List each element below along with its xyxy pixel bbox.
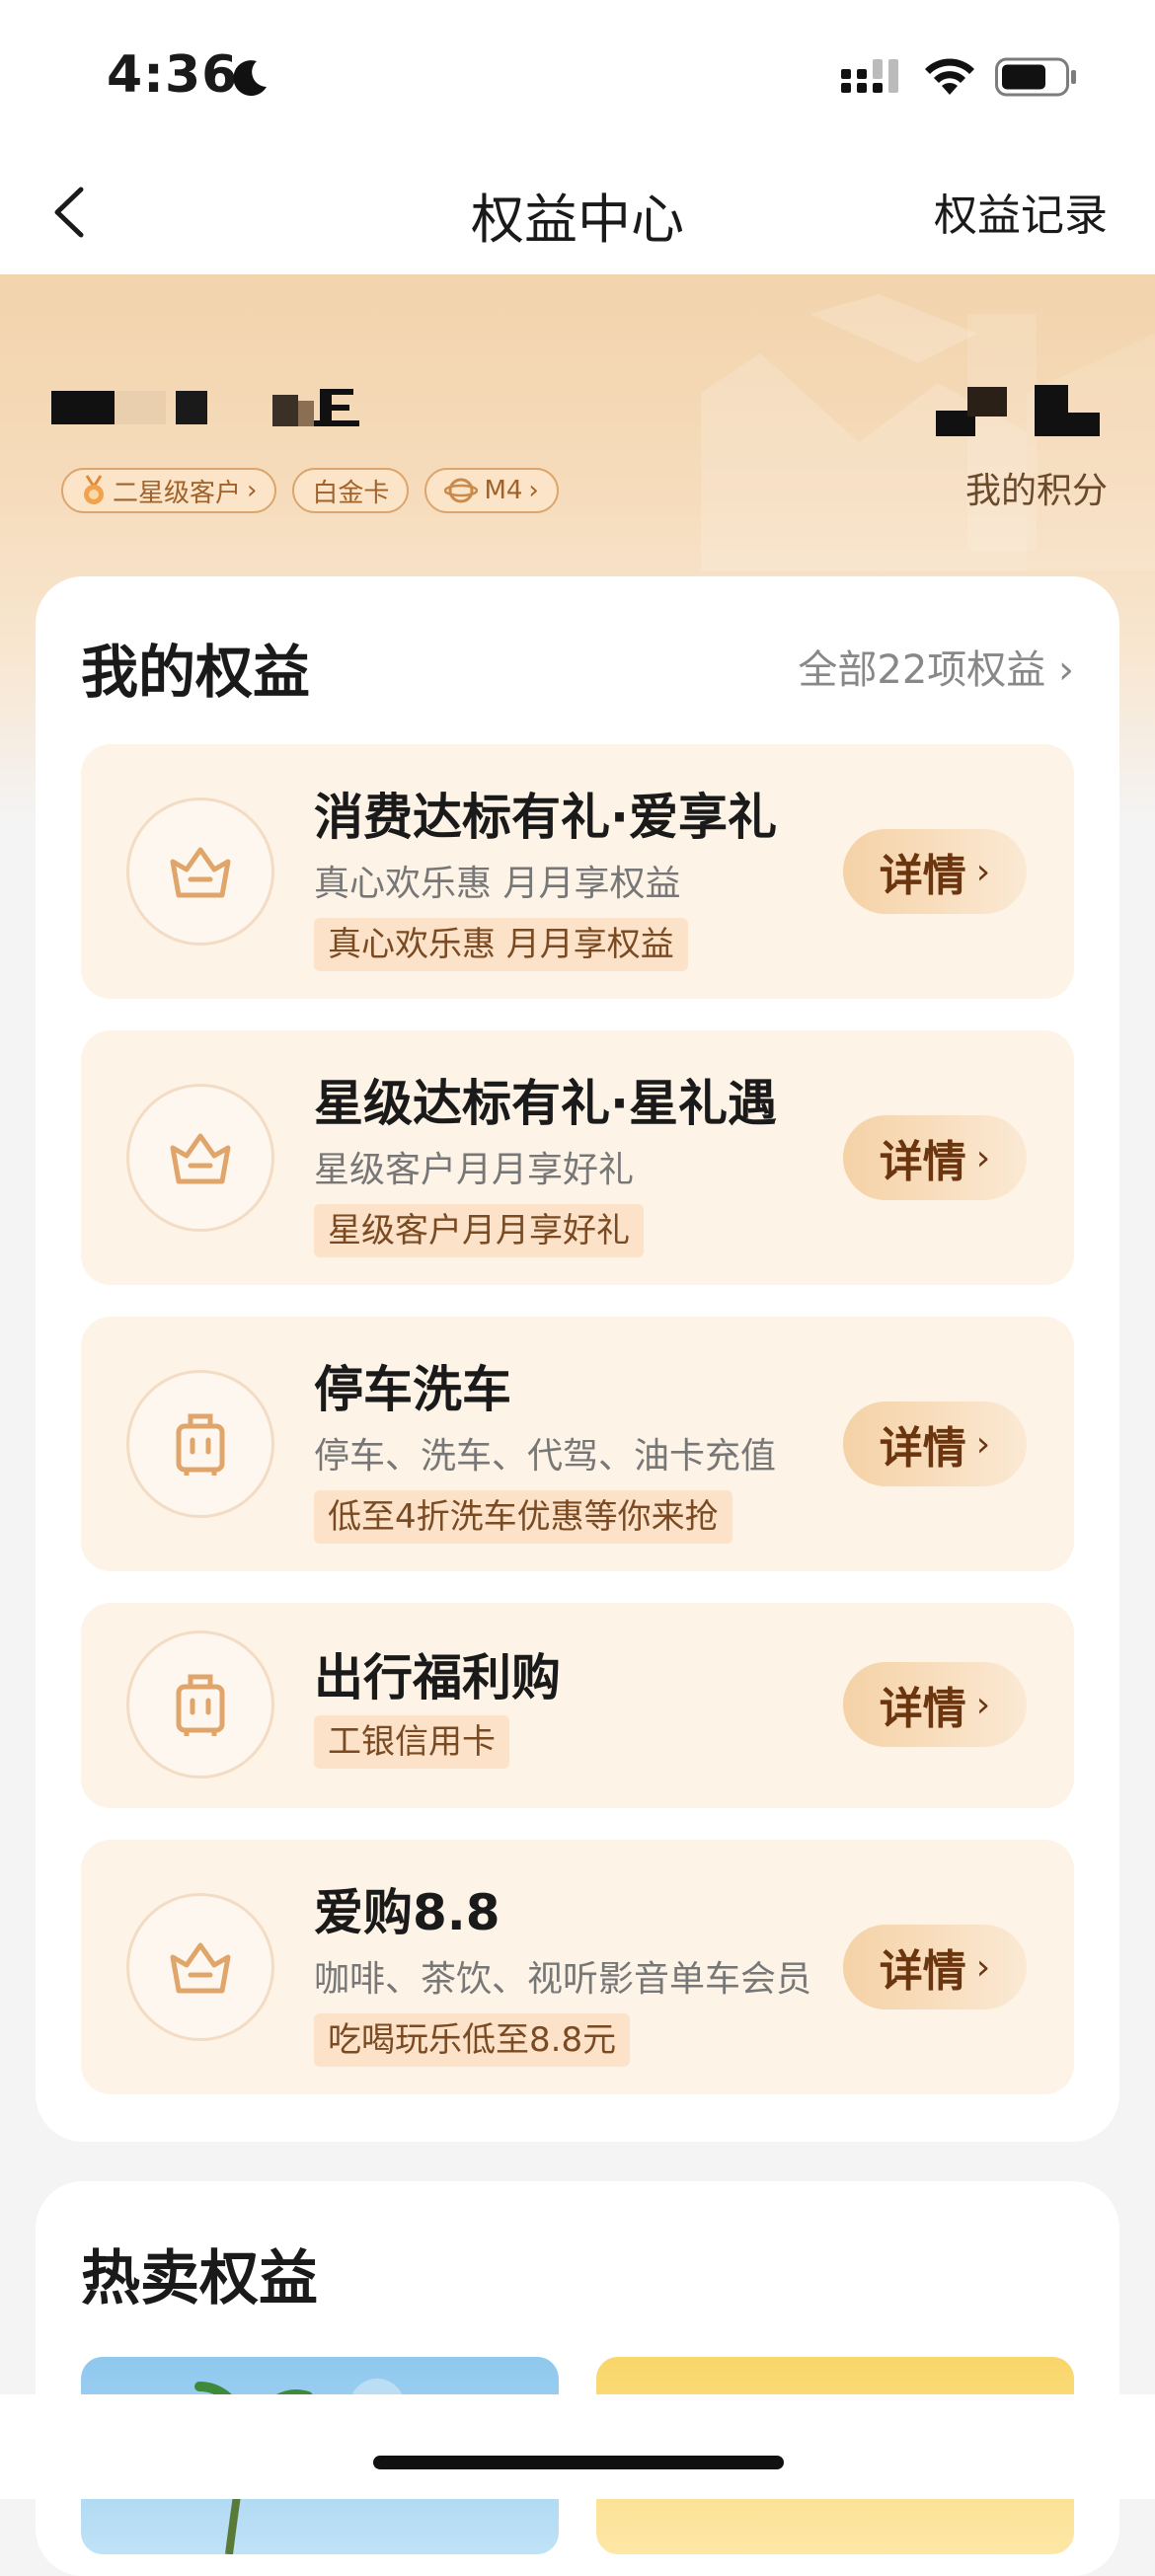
- battery-icon: [995, 57, 1076, 97]
- item-title: 出行福利购: [314, 1649, 561, 1706]
- star-level-label: 二星级客户: [113, 478, 242, 508]
- my-rights-card: 我的权益 全部22项权益 › 消费达标有礼·爱享礼 真心欢乐惠 月月享权益 真心…: [36, 576, 1119, 2142]
- member-badges: 二星级客户 › 白金卡 M4 ›: [61, 468, 559, 513]
- rights-item-star-gift[interactable]: 星级达标有礼·星礼遇 星级客户月月享好礼 星级客户月月享好礼 详情 ›: [81, 1030, 1074, 1285]
- rights-item-aigou[interactable]: 爱购8.8 咖啡、茶饮、视听影音单车会员 吃喝玩乐低至8.8元 详情 ›: [81, 1840, 1074, 2094]
- status-time: 4:36: [107, 45, 239, 105]
- detail-button[interactable]: 详情 ›: [843, 829, 1027, 914]
- masked-points: [936, 385, 1100, 436]
- item-title: 爱购8.8: [314, 1884, 500, 1941]
- detail-button[interactable]: 详情 ›: [843, 1115, 1027, 1200]
- detail-label: 详情: [879, 1137, 966, 1187]
- chevron-right-icon: ›: [975, 1137, 991, 1178]
- member-level-label: M4: [484, 476, 523, 505]
- item-subtitle: 停车、洗车、代驾、油卡充值: [314, 1436, 777, 1477]
- luggage-icon: [126, 1630, 274, 1779]
- rights-item-parking-wash[interactable]: 停车洗车 停车、洗车、代驾、油卡充值 低至4折洗车优惠等你来抢 详情 ›: [81, 1317, 1074, 1571]
- hot-rights-card: 热卖权益: [36, 2181, 1119, 2576]
- all-rights-label: 全部22项权益: [798, 647, 1046, 693]
- status-bar: 4:36: [0, 0, 1155, 148]
- chevron-right-icon: ›: [1058, 647, 1074, 693]
- detail-label: 详情: [879, 1423, 966, 1474]
- item-tag: 星级客户月月享好礼: [314, 1204, 644, 1257]
- item-title: 星级达标有礼·星礼遇: [314, 1075, 777, 1132]
- chevron-right-icon: ›: [247, 476, 258, 505]
- item-tag: 真心欢乐惠 月月享权益: [314, 918, 688, 971]
- wifi-icon: [925, 58, 974, 95]
- item-tag: 低至4折洗车优惠等你来抢: [314, 1490, 732, 1544]
- nav-bar: 权益中心 权益记录: [0, 148, 1155, 274]
- rights-item-consume-gift[interactable]: 消费达标有礼·爱享礼 真心欢乐惠 月月享权益 真心欢乐惠 月月享权益 详情 ›: [81, 744, 1074, 999]
- signal-icon: [841, 59, 898, 93]
- masked-user-name: [51, 389, 359, 426]
- detail-label: 详情: [879, 1684, 966, 1734]
- chevron-right-icon: ›: [975, 1684, 991, 1725]
- basket-icon: [126, 1084, 274, 1232]
- moon-icon: [233, 60, 267, 97]
- chevron-right-icon: ›: [975, 851, 991, 892]
- item-title: 消费达标有礼·爱享礼: [314, 789, 777, 846]
- member-level-badge[interactable]: M4 ›: [424, 468, 559, 513]
- item-tag: 吃喝玩乐低至8.8元: [314, 2013, 631, 2067]
- home-indicator[interactable]: [373, 2456, 784, 2469]
- rights-record-link[interactable]: 权益记录: [934, 180, 1108, 243]
- item-subtitle: 星级客户月月享好礼: [314, 1150, 635, 1190]
- luggage-icon: [126, 1370, 274, 1518]
- chevron-right-icon: ›: [975, 1423, 991, 1465]
- my-rights-title: 我的权益: [81, 639, 311, 706]
- planet-icon: [444, 478, 479, 503]
- detail-button[interactable]: 详情 ›: [843, 1402, 1027, 1486]
- medal-icon: [84, 475, 104, 504]
- rights-item-travel-purchase[interactable]: 出行福利购 工银信用卡 详情 ›: [81, 1603, 1074, 1808]
- detail-button[interactable]: 详情 ›: [843, 1925, 1027, 2009]
- item-tag: 工银信用卡: [314, 1715, 509, 1769]
- card-level-badge[interactable]: 白金卡: [292, 468, 410, 513]
- detail-label: 详情: [879, 1946, 966, 1997]
- hot-rights-title: 热卖权益: [81, 2244, 318, 2313]
- item-subtitle: 真心欢乐惠 月月享权益: [314, 864, 681, 904]
- basket-icon: [126, 797, 274, 946]
- all-rights-link[interactable]: 全部22项权益 ›: [798, 638, 1074, 695]
- detail-button[interactable]: 详情 ›: [843, 1662, 1027, 1747]
- detail-label: 详情: [879, 851, 966, 901]
- item-title: 停车洗车: [314, 1361, 511, 1418]
- chevron-right-icon: ›: [975, 1946, 991, 1988]
- basket-icon: [126, 1893, 274, 2041]
- item-subtitle: 咖啡、茶饮、视听影音单车会员: [314, 1959, 812, 2000]
- star-level-badge[interactable]: 二星级客户 ›: [61, 468, 277, 513]
- chevron-right-icon: ›: [528, 476, 539, 505]
- my-points-label[interactable]: 我的积分: [965, 462, 1108, 513]
- card-level-label: 白金卡: [312, 478, 390, 508]
- home-indicator-area: [0, 2394, 1155, 2499]
